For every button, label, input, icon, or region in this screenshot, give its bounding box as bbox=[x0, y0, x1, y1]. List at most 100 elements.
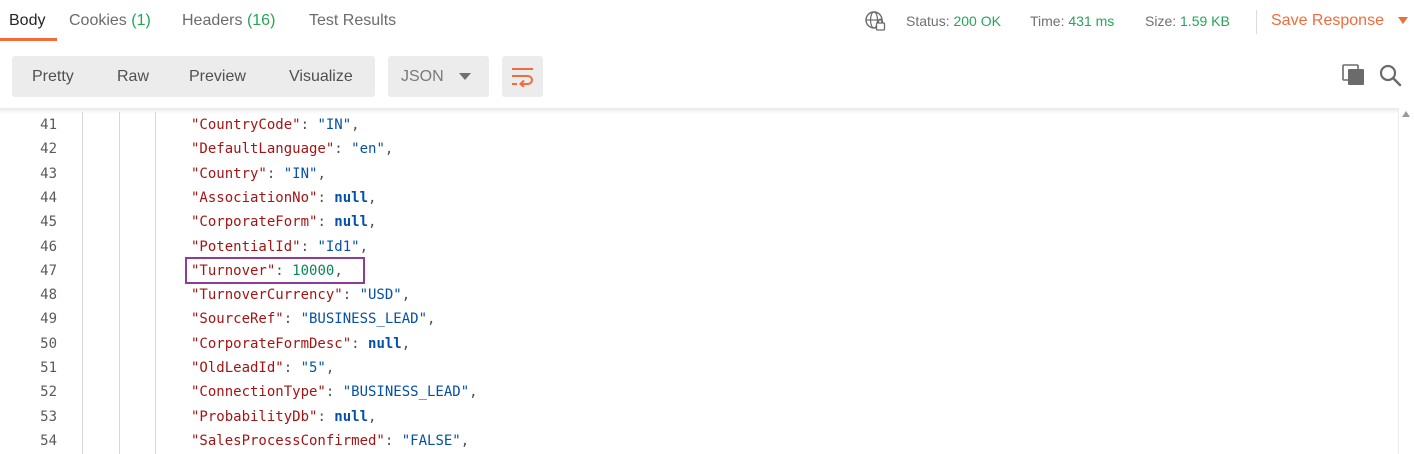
code-line: 48 "TurnoverCurrency": "USD", bbox=[0, 283, 1398, 307]
response-tab-bar: Body Cookies (1) Headers (16) Test Resul… bbox=[0, 0, 1414, 42]
tab-headers-label: Headers bbox=[182, 12, 243, 29]
code-line: 53 "ProbabilityDb": null, bbox=[0, 405, 1398, 429]
tab-test-results[interactable]: Test Results bbox=[309, 0, 396, 42]
divider bbox=[1256, 10, 1257, 34]
status-label: Status: bbox=[906, 13, 950, 29]
json-key: "SourceRef" bbox=[191, 311, 284, 328]
search-icon[interactable] bbox=[1378, 63, 1402, 87]
tab-cookies[interactable]: Cookies (1) bbox=[69, 0, 151, 42]
code-text: "DefaultLanguage": "en", bbox=[191, 141, 394, 158]
line-number: 50 bbox=[40, 335, 57, 352]
line-number: 54 bbox=[40, 432, 57, 449]
tab-headers[interactable]: Headers (16) bbox=[182, 0, 275, 42]
json-key: "PotentialId" bbox=[191, 238, 301, 255]
view-mode-switcher: Pretty Raw Preview Visualize bbox=[12, 56, 375, 97]
turnover-highlight-box bbox=[185, 257, 365, 284]
view-mode-preview[interactable]: Preview bbox=[189, 56, 246, 97]
json-value: "BUSINESS_LEAD" bbox=[300, 311, 428, 328]
json-key: "Country" bbox=[191, 165, 267, 182]
json-key: "OldLeadId" bbox=[191, 360, 284, 376]
code-text: "CountryCode": "IN", bbox=[191, 117, 360, 133]
scroll-up-arrow-icon[interactable] bbox=[1402, 111, 1410, 117]
json-key: "CountryCode" bbox=[191, 117, 301, 133]
code-text: "OldLeadId": "5", bbox=[191, 360, 335, 376]
json-key: "SalesProcessConfirmed" bbox=[191, 432, 385, 449]
line-number: 53 bbox=[40, 408, 57, 425]
size-label: Size: bbox=[1145, 13, 1177, 29]
time-label: Time: bbox=[1030, 13, 1065, 29]
tab-body-label: Body bbox=[9, 12, 46, 29]
line-number: 46 bbox=[40, 238, 57, 255]
json-value: "5" bbox=[300, 360, 326, 376]
json-value: "FALSE" bbox=[401, 432, 461, 449]
tab-body[interactable]: Body bbox=[9, 0, 45, 42]
code-text: "CorporateForm": null, bbox=[191, 214, 377, 231]
json-value: "BUSINESS_LEAD" bbox=[342, 384, 470, 401]
code-text: "CorporateFormDesc": null, bbox=[191, 335, 411, 352]
line-number: 49 bbox=[40, 311, 57, 328]
code-text: "PotentialId": "Id1", bbox=[191, 238, 369, 255]
copy-icon[interactable] bbox=[1342, 64, 1366, 86]
line-number: 48 bbox=[40, 287, 57, 304]
json-value: "IN" bbox=[283, 165, 318, 182]
code-line: 43 "Country": "IN", bbox=[0, 162, 1398, 186]
code-line: 54 "SalesProcessConfirmed": "FALSE", bbox=[0, 429, 1398, 453]
json-key: "AssociationNo" bbox=[191, 189, 318, 206]
size-value: 1.59 KB bbox=[1180, 13, 1230, 29]
size-indicator: Size: 1.59 KB bbox=[1145, 0, 1230, 42]
wrap-lines-button[interactable] bbox=[502, 56, 543, 97]
code-text: "TurnoverCurrency": "USD", bbox=[191, 287, 411, 304]
json-key: "ConnectionType" bbox=[191, 384, 326, 401]
code-line: 49 "SourceRef": "BUSINESS_LEAD", bbox=[0, 307, 1398, 331]
code-line: 45 "CorporateForm": null, bbox=[0, 210, 1398, 234]
line-number: 51 bbox=[40, 360, 57, 376]
code-line: 50 "CorporateFormDesc": null, bbox=[0, 332, 1398, 356]
code-line: 51 "OldLeadId": "5", bbox=[0, 356, 1398, 380]
tab-cookies-label: Cookies bbox=[69, 12, 127, 29]
json-value: "USD" bbox=[359, 287, 402, 304]
tab-cookies-count: (1) bbox=[131, 12, 151, 29]
line-number: 52 bbox=[40, 384, 57, 401]
view-mode-raw[interactable]: Raw bbox=[117, 56, 149, 97]
json-value: null bbox=[368, 335, 402, 352]
save-response-button[interactable]: Save Response bbox=[1271, 0, 1384, 42]
json-key: "CorporateForm" bbox=[191, 214, 318, 231]
tab-headers-count: (16) bbox=[246, 12, 276, 29]
json-key: "ProbabilityDb" bbox=[191, 408, 318, 425]
json-value: null bbox=[334, 408, 369, 425]
json-value: "Id1" bbox=[317, 238, 360, 255]
json-key: "DefaultLanguage" bbox=[191, 141, 335, 158]
time-indicator: Time: 431 ms bbox=[1030, 0, 1114, 42]
line-number: 41 bbox=[40, 117, 57, 133]
format-select-value: JSON bbox=[401, 68, 444, 85]
line-number: 43 bbox=[40, 165, 57, 182]
json-value: "IN" bbox=[317, 117, 352, 133]
view-mode-pretty[interactable]: Pretty bbox=[32, 56, 74, 97]
line-number: 44 bbox=[40, 189, 57, 206]
line-number: 45 bbox=[40, 214, 57, 231]
json-value: "en" bbox=[351, 141, 385, 158]
wrap-lines-icon bbox=[512, 68, 533, 87]
code-text: "AssociationNo": null, bbox=[191, 189, 377, 206]
json-value: null bbox=[334, 214, 369, 231]
view-mode-visualize[interactable]: Visualize bbox=[289, 56, 353, 97]
line-number: 47 bbox=[40, 262, 57, 279]
globe-lock-icon[interactable] bbox=[864, 10, 886, 32]
code-line: 46 "PotentialId": "Id1", bbox=[0, 235, 1398, 259]
active-tab-indicator bbox=[0, 38, 57, 41]
status-value: 200 OK bbox=[953, 13, 1001, 29]
code-text: "ProbabilityDb": null, bbox=[191, 408, 377, 425]
code-text: "ConnectionType": "BUSINESS_LEAD", bbox=[191, 384, 478, 401]
tab-test-results-label: Test Results bbox=[309, 12, 397, 29]
code-text: "Country": "IN", bbox=[191, 165, 326, 182]
format-select[interactable]: JSON bbox=[388, 56, 489, 97]
vertical-scrollbar[interactable] bbox=[1398, 108, 1414, 454]
code-line: 41 "CountryCode": "IN", bbox=[0, 113, 1398, 137]
time-value: 431 ms bbox=[1068, 13, 1115, 29]
status-indicator: Status: 200 OK bbox=[906, 0, 1001, 42]
line-number: 42 bbox=[40, 141, 57, 158]
code-line: 44 "AssociationNo": null, bbox=[0, 186, 1398, 210]
chevron-down-icon[interactable] bbox=[1398, 17, 1408, 24]
code-text: "SalesProcessConfirmed": "FALSE", bbox=[191, 432, 470, 449]
code-line: 52 "ConnectionType": "BUSINESS_LEAD", bbox=[0, 380, 1398, 404]
